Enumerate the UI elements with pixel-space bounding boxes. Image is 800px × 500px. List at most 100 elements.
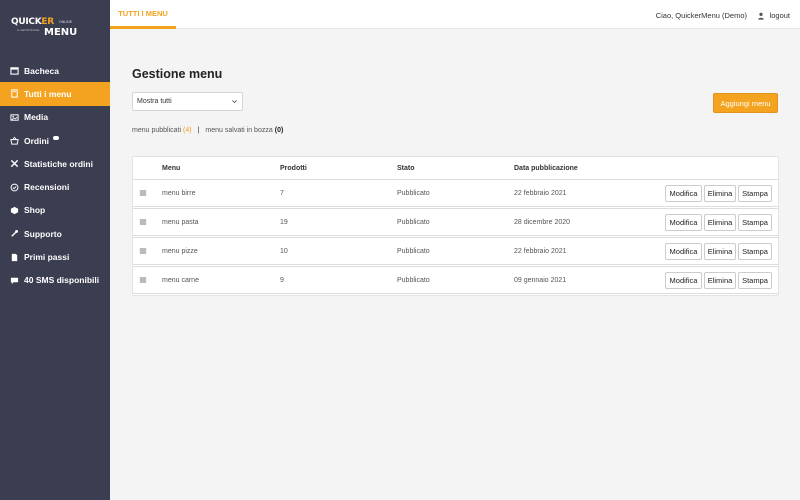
filter-select-value: Mostra tutti <box>137 98 172 105</box>
logout-link[interactable]: logout <box>757 11 790 20</box>
cell-data: 22 febbraio 2021 <box>514 248 567 255</box>
chat-icon <box>10 276 19 285</box>
sidebar-item-label: Primi passi <box>24 252 70 263</box>
column-header-data: Data pubblicazione <box>514 165 578 172</box>
edit-button[interactable]: Modifica <box>665 185 702 202</box>
sidebar-item-supporto[interactable]: Supporto <box>0 222 110 245</box>
drag-handle-icon[interactable] <box>139 247 147 255</box>
cell-menu[interactable]: menu pasta <box>162 219 199 226</box>
document-icon <box>10 253 19 262</box>
print-button[interactable]: Stampa <box>738 272 772 289</box>
cell-data: 28 dicembre 2020 <box>514 219 571 226</box>
sidebar-item-label: Shop <box>24 205 46 216</box>
table-row: menu pizze 10 Pubblicato 22 febbraio 202… <box>133 237 778 265</box>
delete-button[interactable]: Elimina <box>704 185 736 202</box>
edit-button[interactable]: Modifica <box>665 272 702 289</box>
sidebar-item-label: Ordini <box>24 135 50 146</box>
table-row: menu carne 9 Pubblicato 09 gennaio 2021 … <box>133 266 778 294</box>
filter-select[interactable]: Mostra tutti <box>132 92 243 111</box>
chevron-down-icon <box>232 100 237 104</box>
sidebar-item-statistiche-ordini[interactable]: Statistiche ordini <box>0 152 110 175</box>
cell-menu[interactable]: menu birre <box>162 190 195 197</box>
column-header-menu: Menu <box>162 165 181 172</box>
sidebar-item-label: 40 SMS disponibili <box>24 275 100 286</box>
logo-online: ONLINE <box>59 20 73 24</box>
edit-button[interactable]: Modifica <box>665 243 702 260</box>
cell-data: 09 gennaio 2021 <box>514 277 567 284</box>
column-header-prodotti: Prodotti <box>280 165 307 172</box>
print-button[interactable]: Stampa <box>738 185 772 202</box>
sidebar-item-recensioni[interactable]: Recensioni <box>0 175 110 198</box>
filter-published-label: menu pubblicati <box>132 127 182 134</box>
cell-stato: Pubblicato <box>397 219 430 226</box>
sidebar-item-label: Bacheca <box>24 65 59 76</box>
cell-prodotti: 7 <box>280 190 284 197</box>
logo[interactable]: QUICKER ONLINE IL GESTIONALE MENU <box>11 16 81 42</box>
logo-tagline: IL GESTIONALE <box>17 28 40 32</box>
sidebar-item-label: Tutti i menu <box>24 88 72 99</box>
logo-text-bottom: MENU <box>44 27 78 38</box>
sidebar-item-tutti-i-menu[interactable]: Tutti i menu <box>0 82 110 106</box>
print-button[interactable]: Stampa <box>738 243 772 260</box>
box-icon <box>10 206 19 215</box>
cell-data: 22 febbraio 2021 <box>514 190 567 197</box>
user-icon <box>757 12 764 20</box>
logo-text-er: ER <box>41 17 54 27</box>
notification-badge <box>53 135 60 140</box>
sidebar-item-sms[interactable]: 40 SMS disponibili <box>0 269 110 292</box>
page-title: Gestione menu <box>132 67 223 81</box>
sidebar-item-media[interactable]: Media <box>0 106 110 129</box>
cell-prodotti: 10 <box>280 248 288 255</box>
filter-draft-link[interactable]: menu salvati in bozza (0) <box>205 127 283 134</box>
basket-icon <box>10 136 19 145</box>
image-icon <box>10 113 19 122</box>
delete-button[interactable]: Elimina <box>704 272 736 289</box>
check-circle-icon <box>10 183 19 192</box>
print-button[interactable]: Stampa <box>738 214 772 231</box>
draft-count: (0) <box>274 127 284 134</box>
filter-draft-label: menu salvati in bozza <box>205 127 273 134</box>
sidebar: QUICKER ONLINE IL GESTIONALE MENU Bachec… <box>0 0 110 500</box>
drag-handle-icon[interactable] <box>139 276 147 284</box>
filter-separator: | <box>197 127 200 134</box>
column-header-stato: Stato <box>397 165 415 172</box>
add-menu-button[interactable]: Aggiungi menu <box>713 93 778 113</box>
cell-prodotti: 9 <box>280 277 284 284</box>
cell-prodotti: 19 <box>280 219 288 226</box>
tools-icon <box>10 159 19 168</box>
user-greeting: Ciao, QuickerMenu (Demo) <box>655 11 747 20</box>
table-row: menu pasta 19 Pubblicato 28 dicembre 202… <box>133 208 778 236</box>
cell-menu[interactable]: menu pizze <box>162 248 198 255</box>
sidebar-item-primi-passi[interactable]: Primi passi <box>0 245 110 268</box>
logo-text-top: QUICK <box>11 17 42 27</box>
calendar-icon <box>10 66 19 75</box>
sidebar-item-bacheca[interactable]: Bacheca <box>0 59 110 82</box>
published-count: (4) <box>183 127 192 134</box>
wrench-icon <box>10 229 19 238</box>
book-icon <box>10 89 19 99</box>
cell-menu[interactable]: menu carne <box>162 277 199 284</box>
tab-tutti-i-menu[interactable]: TUTTI I MENU <box>110 0 176 29</box>
table-row: menu birre 7 Pubblicato 22 febbraio 2021… <box>133 179 778 207</box>
menu-table: Menu Prodotti Stato Data pubblicazione m… <box>132 156 779 296</box>
status-filters: menu pubblicati (4) | menu salvati in boz… <box>132 127 283 134</box>
sidebar-item-shop[interactable]: Shop <box>0 199 110 222</box>
drag-handle-icon[interactable] <box>139 218 147 226</box>
sidebar-item-label: Statistiche ordini <box>24 158 93 169</box>
edit-button[interactable]: Modifica <box>665 214 702 231</box>
sidebar-item-label: Media <box>24 112 49 123</box>
top-bar: TUTTI I MENU Ciao, QuickerMenu (Demo) lo… <box>110 0 800 29</box>
drag-handle-icon[interactable] <box>139 189 147 197</box>
sidebar-nav: Bacheca Tutti i menu Media Ordini Statis… <box>0 59 110 292</box>
sidebar-item-ordini[interactable]: Ordini <box>0 129 110 152</box>
cell-stato: Pubblicato <box>397 277 430 284</box>
filter-published-link[interactable]: menu pubblicati (4) <box>132 127 192 134</box>
table-header: Menu Prodotti Stato Data pubblicazione <box>133 157 778 179</box>
logout-label: logout <box>769 11 790 20</box>
sidebar-item-label: Recensioni <box>24 182 70 193</box>
cell-stato: Pubblicato <box>397 190 430 197</box>
delete-button[interactable]: Elimina <box>704 243 736 260</box>
delete-button[interactable]: Elimina <box>704 214 736 231</box>
sidebar-item-label: Supporto <box>24 228 62 239</box>
cell-stato: Pubblicato <box>397 248 430 255</box>
